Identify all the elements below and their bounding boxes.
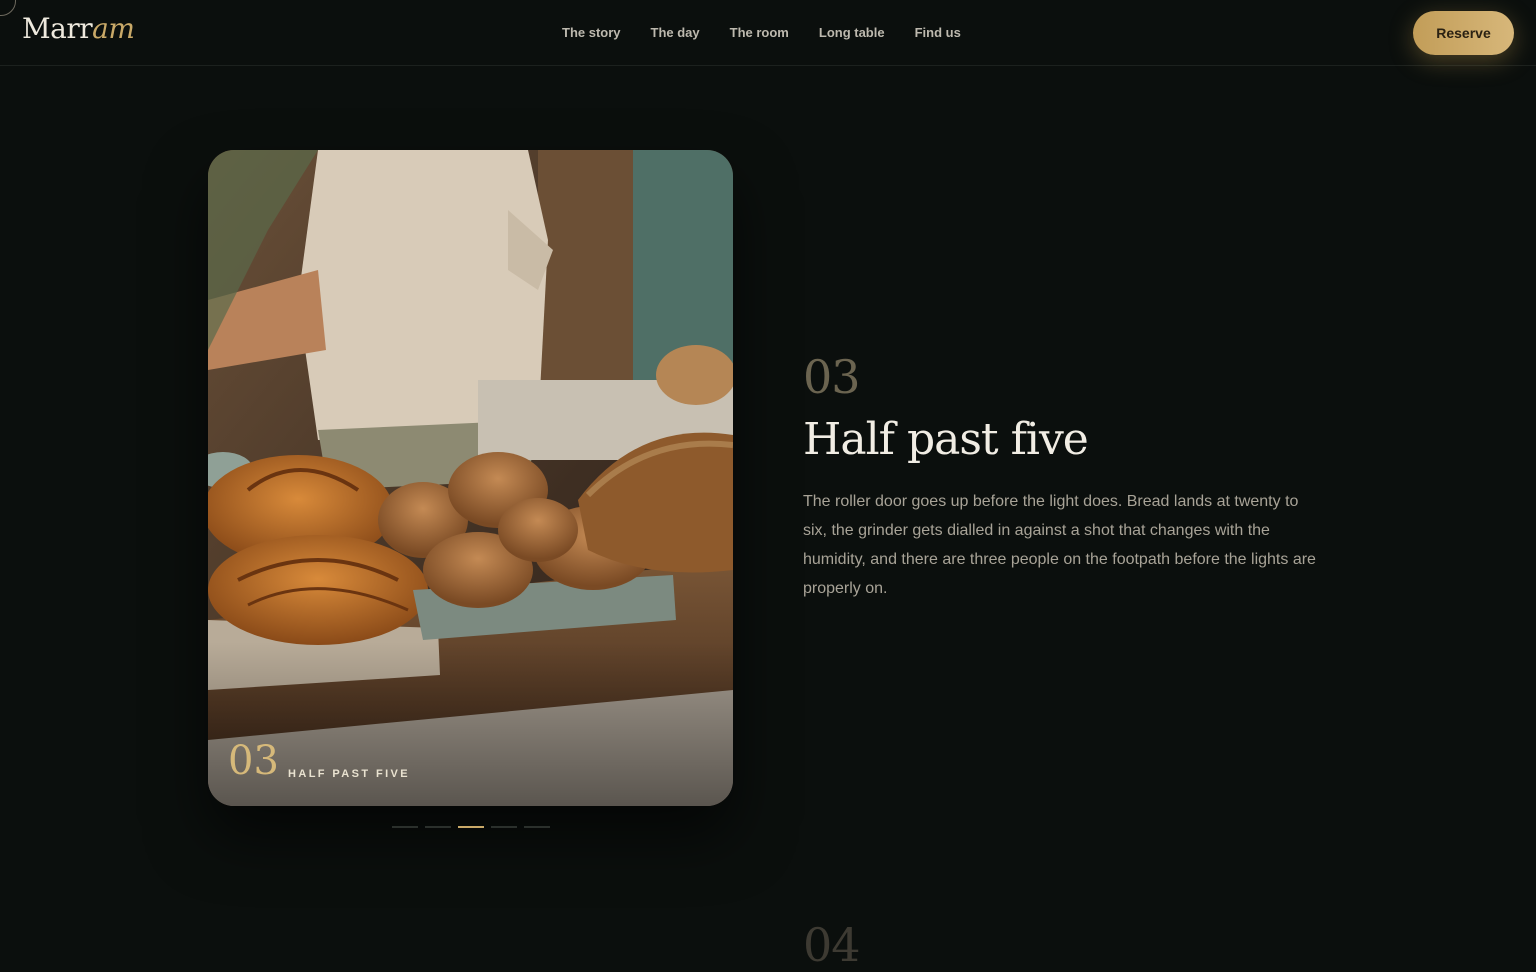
gallery-image-card: 03 HALF PAST FIVE bbox=[208, 150, 733, 806]
gallery-indicators bbox=[392, 826, 550, 828]
gallery-indicator-4[interactable] bbox=[491, 826, 517, 828]
site-header: Marram The story The day The room Long t… bbox=[0, 0, 1536, 66]
step-number: 03 bbox=[803, 350, 861, 404]
main-nav: The story The day The room Long table Fi… bbox=[562, 25, 991, 40]
gallery-indicator-5[interactable] bbox=[524, 826, 550, 828]
nav-link-the-day[interactable]: The day bbox=[651, 25, 700, 40]
nav-link-the-room[interactable]: The room bbox=[730, 25, 789, 40]
brand-logo[interactable]: Marram bbox=[22, 12, 135, 45]
nav-link-long-table[interactable]: Long table bbox=[819, 25, 885, 40]
logo-text-italic: am bbox=[92, 12, 135, 45]
step-body: The roller door goes up before the light… bbox=[803, 493, 1316, 597]
card-step-number: 03 bbox=[228, 738, 279, 784]
cursor-ring-icon bbox=[0, 0, 16, 16]
gallery-indicator-3-active[interactable] bbox=[458, 826, 484, 828]
card-caption: HALF PAST FIVE bbox=[288, 768, 411, 780]
next-step-number: 04 bbox=[803, 918, 861, 972]
gallery-indicator-1[interactable] bbox=[392, 826, 418, 828]
logo-text: Marr bbox=[22, 12, 93, 45]
nav-link-the-story[interactable]: The story bbox=[562, 25, 621, 40]
bakery-photo bbox=[208, 150, 733, 806]
gallery-indicator-2[interactable] bbox=[425, 826, 451, 828]
nav-link-find-us[interactable]: Find us bbox=[915, 25, 961, 40]
step-title: Half past five bbox=[803, 414, 1089, 465]
reserve-button[interactable]: Reserve bbox=[1413, 11, 1514, 55]
